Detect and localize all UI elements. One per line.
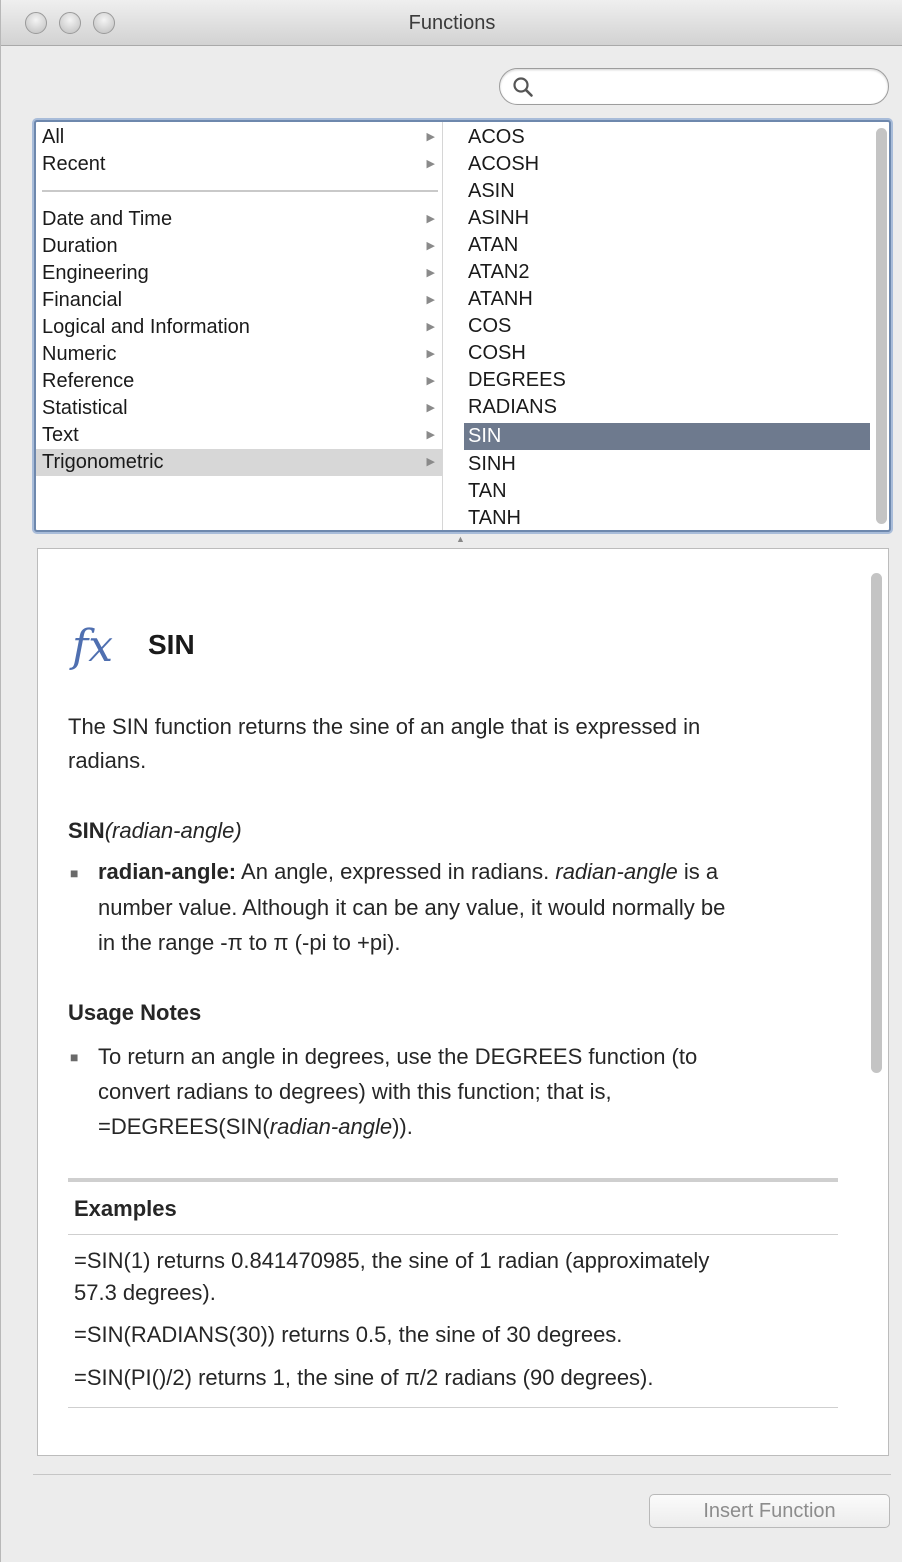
category-item-financial[interactable]: Financial ▶ bbox=[36, 287, 443, 314]
category-item-date-and-time[interactable]: Date and Time ▶ bbox=[36, 206, 443, 233]
function-item-cosh[interactable]: COSH bbox=[464, 340, 870, 367]
category-list: All ▶ Recent ▶ Date and Time ▶ Duration … bbox=[36, 122, 443, 530]
category-label: Numeric bbox=[42, 343, 117, 365]
category-item-numeric[interactable]: Numeric ▶ bbox=[36, 341, 443, 368]
function-browser: All ▶ Recent ▶ Date and Time ▶ Duration … bbox=[34, 120, 891, 532]
examples-header-divider bbox=[68, 1234, 838, 1235]
footer-divider bbox=[33, 1474, 891, 1475]
search-field[interactable] bbox=[499, 68, 889, 105]
category-label: Recent bbox=[42, 153, 106, 175]
usage-line-1: To return an angle in degrees, use the D… bbox=[98, 1044, 698, 1069]
fx-icon: fx bbox=[72, 621, 114, 672]
disclosure-arrow-icon: ▶ bbox=[426, 456, 435, 468]
function-item-degrees[interactable]: DEGREES bbox=[464, 367, 870, 394]
disclosure-arrow-icon: ▶ bbox=[426, 240, 435, 252]
title-bar[interactable]: Functions bbox=[1, 0, 902, 46]
category-label: Reference bbox=[42, 370, 135, 392]
category-item-text[interactable]: Text ▶ bbox=[36, 422, 443, 449]
category-item-reference[interactable]: Reference ▶ bbox=[36, 368, 443, 395]
usage-line-3: =DEGREES(SIN(radian-angle)). bbox=[98, 1110, 413, 1144]
function-item-cos[interactable]: COS bbox=[464, 313, 870, 340]
usage-formula-start: =DEGREES(SIN( bbox=[98, 1114, 270, 1139]
argument-ref: radian-angle bbox=[555, 859, 678, 884]
category-item-logical-and-information[interactable]: Logical and Information ▶ bbox=[36, 314, 443, 341]
argument-line-2: number value. Although it can be any val… bbox=[98, 895, 726, 920]
function-item-radians[interactable]: RADIANS bbox=[464, 394, 870, 421]
argument-name: radian-angle: bbox=[98, 859, 237, 884]
disclosure-arrow-icon: ▶ bbox=[426, 348, 435, 360]
function-item-sin[interactable]: SIN bbox=[464, 423, 870, 450]
argument-text: An angle, expressed in radians. bbox=[241, 859, 550, 884]
description-scrollbar[interactable] bbox=[871, 573, 882, 1073]
category-label: Statistical bbox=[42, 397, 128, 419]
category-item-all[interactable]: All ▶ bbox=[36, 124, 443, 151]
syntax: SIN(radian-angle) bbox=[68, 814, 242, 848]
category-label: Text bbox=[42, 424, 79, 446]
example-line: 57.3 degrees). bbox=[74, 1280, 216, 1305]
disclosure-arrow-icon: ▶ bbox=[426, 375, 435, 387]
examples-heading: Examples bbox=[74, 1196, 177, 1221]
function-list: ACOS ACOSH ASIN ASINH ATAN ATAN2 ATANH C… bbox=[444, 122, 889, 530]
usage-formula-end: )). bbox=[392, 1114, 413, 1139]
bullet-icon: ■ bbox=[70, 1049, 79, 1065]
summary-line-2: radians. bbox=[68, 748, 147, 773]
category-label: All bbox=[42, 126, 65, 148]
disclosure-arrow-icon: ▶ bbox=[426, 213, 435, 225]
disclosure-arrow-icon: ▶ bbox=[426, 158, 435, 170]
disclosure-arrow-icon: ▶ bbox=[426, 402, 435, 414]
example-line: =SIN(1) returns 0.841470985, the sine of… bbox=[74, 1248, 710, 1273]
category-label: Logical and Information bbox=[42, 316, 250, 338]
function-item-sinh[interactable]: SINH bbox=[464, 451, 870, 478]
argument-text-end: is a bbox=[683, 859, 719, 884]
argument-line-1: radian-angle: An angle, expressed in rad… bbox=[98, 855, 718, 889]
disclosure-arrow-icon: ▶ bbox=[426, 429, 435, 441]
disclosure-arrow-icon: ▶ bbox=[426, 294, 435, 306]
function-item-acosh[interactable]: ACOSH bbox=[464, 151, 870, 178]
description-pane: fx SIN The SIN function returns the sine… bbox=[37, 548, 889, 1456]
category-item-trigonometric[interactable]: Trigonometric ▶ bbox=[36, 449, 443, 476]
category-label: Engineering bbox=[42, 262, 149, 284]
insert-function-button[interactable]: Insert Function bbox=[649, 1494, 890, 1528]
usage-notes-heading: Usage Notes bbox=[68, 1000, 202, 1025]
examples-bottom-divider bbox=[68, 1407, 838, 1408]
disclosure-arrow-icon: ▶ bbox=[426, 267, 435, 279]
category-item-statistical[interactable]: Statistical ▶ bbox=[36, 395, 443, 422]
syntax-name: SIN bbox=[68, 818, 105, 843]
function-item-tan[interactable]: TAN bbox=[464, 478, 870, 505]
function-item-acos[interactable]: ACOS bbox=[464, 124, 870, 151]
function-item-atan2[interactable]: ATAN2 bbox=[464, 259, 870, 286]
search-icon bbox=[513, 77, 533, 97]
bullet-icon: ■ bbox=[70, 865, 79, 881]
functions-window: Functions All ▶ Recent ▶ Date and Time ▶ bbox=[0, 0, 902, 1562]
category-item-recent[interactable]: Recent ▶ bbox=[36, 151, 443, 178]
category-label: Date and Time bbox=[42, 208, 173, 230]
category-label: Trigonometric bbox=[42, 451, 164, 473]
usage-line-2: convert radians to degrees) with this fu… bbox=[98, 1079, 612, 1104]
category-label: Duration bbox=[42, 235, 118, 257]
function-item-atanh[interactable]: ATANH bbox=[464, 286, 870, 313]
argument-line-3: in the range -π to π (-pi to +pi). bbox=[98, 930, 401, 955]
disclosure-arrow-icon: ▶ bbox=[426, 321, 435, 333]
category-item-duration[interactable]: Duration ▶ bbox=[36, 233, 443, 260]
function-item-tanh[interactable]: TANH bbox=[464, 505, 870, 530]
syntax-argument: (radian-angle) bbox=[104, 818, 242, 843]
category-separator bbox=[42, 190, 438, 192]
examples-divider bbox=[68, 1178, 838, 1182]
function-item-atan[interactable]: ATAN bbox=[464, 232, 870, 259]
example-line: =SIN(PI()/2) returns 1, the sine of π/2 … bbox=[74, 1365, 654, 1390]
function-item-asinh[interactable]: ASINH bbox=[464, 205, 870, 232]
function-item-asin[interactable]: ASIN bbox=[464, 178, 870, 205]
function-list-scrollbar[interactable] bbox=[876, 128, 887, 524]
window-title: Functions bbox=[408, 12, 496, 34]
function-title: SIN bbox=[148, 629, 195, 660]
search-input[interactable] bbox=[540, 74, 870, 100]
category-item-engineering[interactable]: Engineering ▶ bbox=[36, 260, 443, 287]
split-divider-handle[interactable]: ▲ bbox=[456, 534, 465, 544]
category-label: Financial bbox=[42, 289, 123, 311]
usage-formula-arg: radian-angle bbox=[269, 1114, 393, 1139]
summary-line-1: The SIN function returns the sine of an … bbox=[68, 714, 701, 739]
disclosure-arrow-icon: ▶ bbox=[426, 131, 435, 143]
example-line: =SIN(RADIANS(30)) returns 0.5, the sine … bbox=[74, 1322, 623, 1347]
